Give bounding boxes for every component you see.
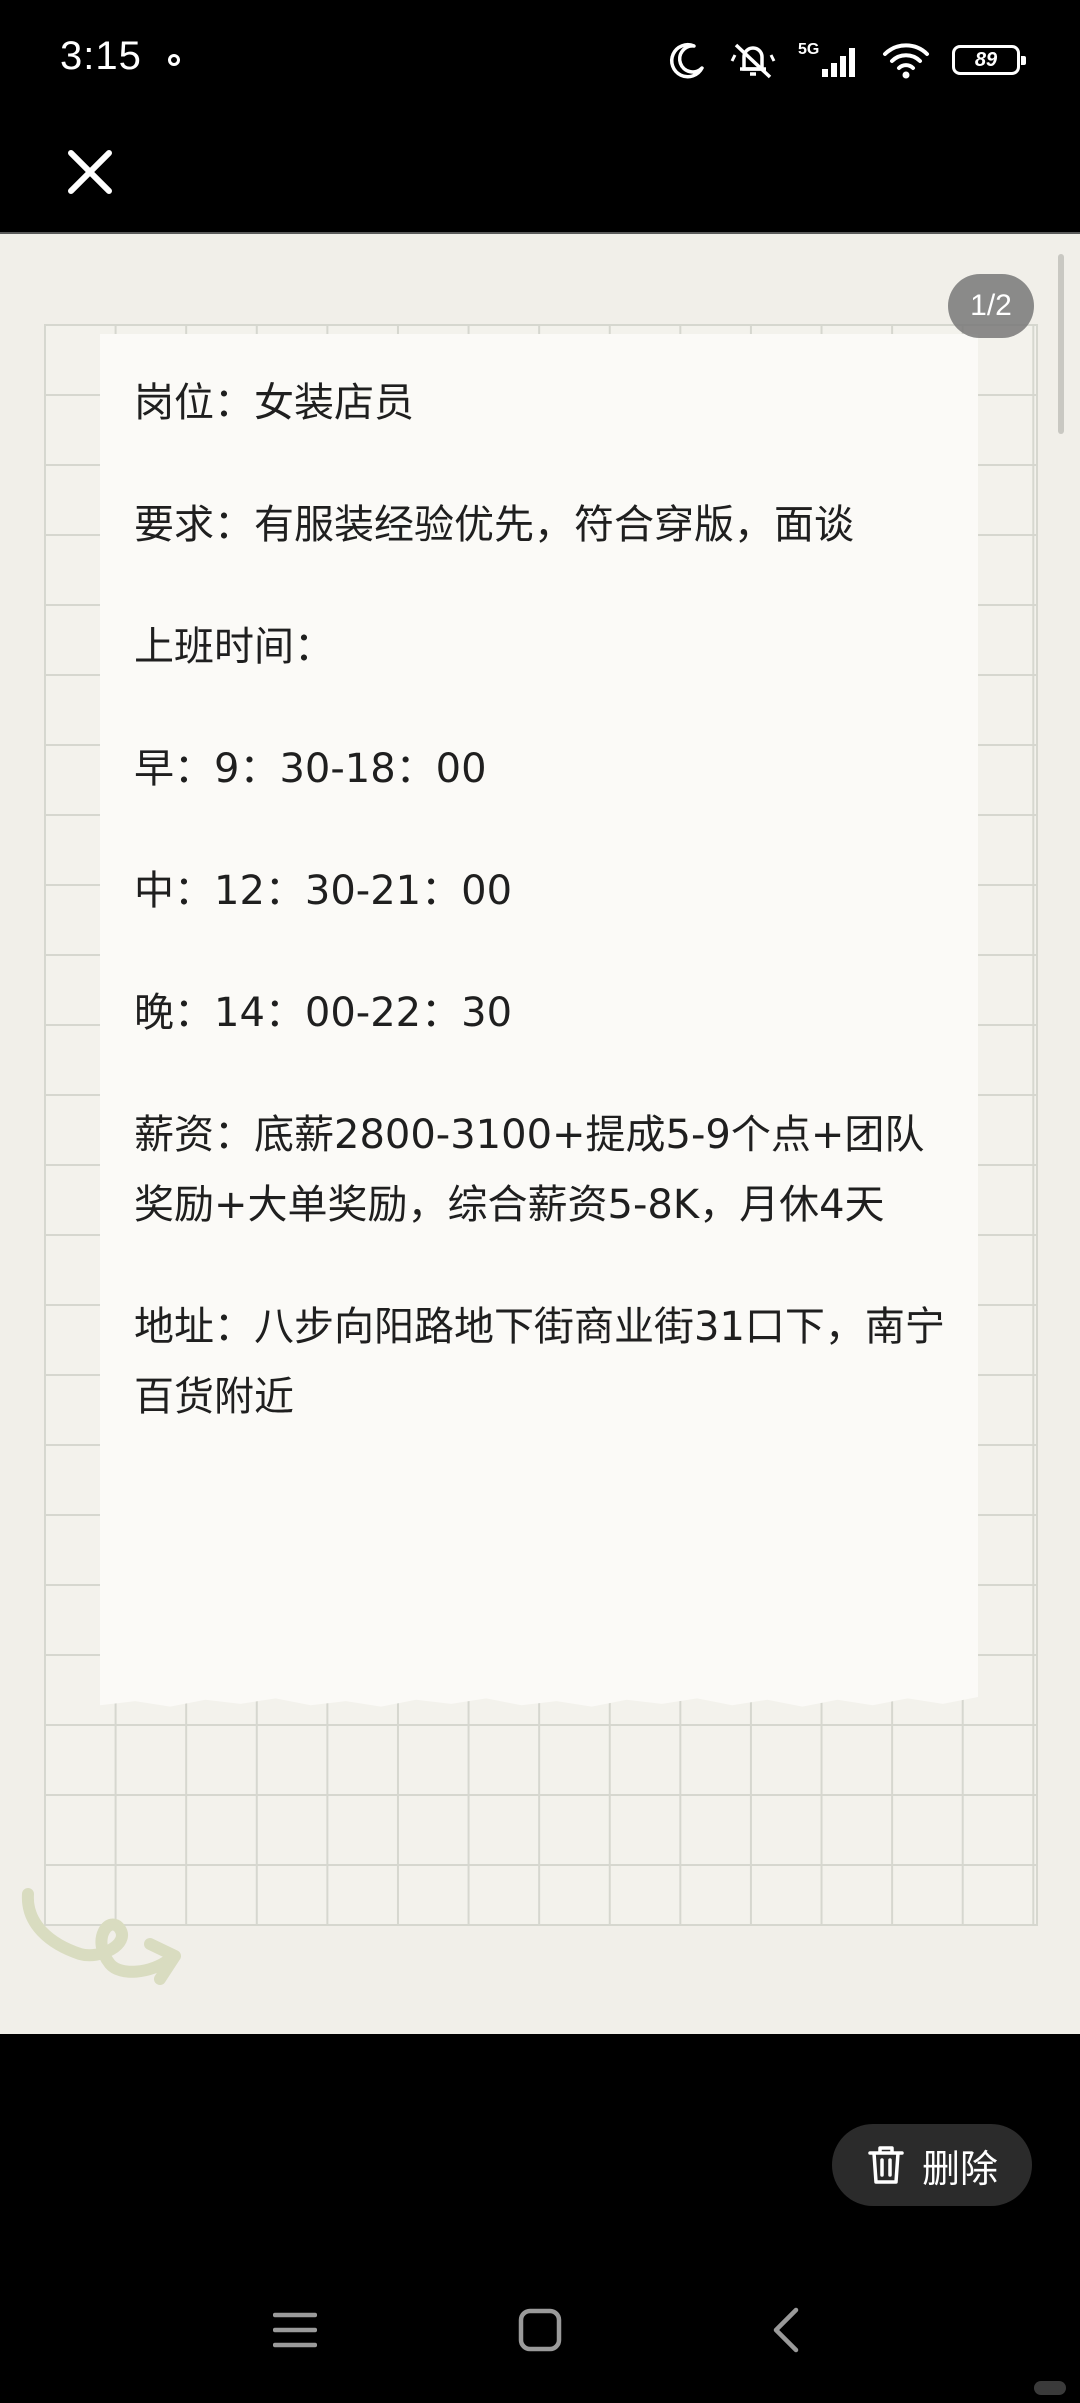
notification-dot-icon	[168, 54, 180, 66]
note-text: 岗位：女装店员 要求：有服装经验优先，符合穿版，面谈 上班时间： 早：9：30-…	[134, 368, 954, 1484]
note-line-middle-shift: 中：12：30-21：00	[134, 868, 513, 914]
doodle-arrow-icon	[21, 1888, 181, 1985]
status-icons: 5G 89	[668, 36, 1026, 84]
muted-bell-icon	[730, 43, 776, 79]
back-button[interactable]	[756, 2300, 816, 2360]
status-time: 3:15	[60, 34, 142, 78]
back-icon	[773, 2307, 799, 2353]
note-line-evening-shift: 晚：14：00-22：30	[134, 990, 513, 1036]
delete-label: 删除	[921, 2146, 998, 2191]
note-card: 岗位：女装店员 要求：有服装经验优先，符合穿版，面谈 上班时间： 早：9：30-…	[100, 334, 978, 1707]
navigation-bar	[0, 2290, 1080, 2370]
cellular-signal-icon: 5G	[798, 41, 855, 77]
status-bar: 3:15 5G 89	[0, 0, 1080, 120]
home-icon	[518, 2308, 562, 2352]
note-line-requirement: 要求：有服装经验优先，符合穿版，面谈	[134, 502, 854, 548]
wifi-icon	[883, 43, 929, 79]
screen: 3:15 5G 89 岗位：女装店员 要求：有服装经验优先，符合穿版，面谈 上班…	[0, 0, 1080, 2403]
do-not-disturb-icon	[670, 42, 704, 79]
menu-icon	[273, 2312, 317, 2348]
image-viewer[interactable]: 岗位：女装店员 要求：有服装经验优先，符合穿版，面谈 上班时间： 早：9：30-…	[0, 234, 1080, 2034]
home-button[interactable]	[510, 2300, 570, 2360]
close-button[interactable]	[58, 140, 122, 204]
battery-icon: 89	[952, 45, 1026, 75]
battery-level: 89	[974, 48, 998, 71]
note-line-salary: 薪资：底薪2800-3100+提成5-9个点+团队奖励+大单奖励，综合薪资5-8…	[134, 1112, 925, 1228]
recent-apps-button[interactable]	[265, 2300, 325, 2360]
trash-icon	[868, 2146, 904, 2184]
network-type-label: 5G	[798, 41, 819, 58]
watermark-logo	[1034, 2381, 1066, 2395]
scrollbar[interactable]	[1058, 254, 1064, 434]
note-line-position: 岗位：女装店员	[134, 380, 414, 426]
note-line-morning-shift: 早：9：30-18：00	[134, 746, 487, 792]
delete-button[interactable]: 删除	[832, 2124, 1032, 2206]
close-icon	[68, 150, 112, 194]
note-line-address: 地址：八步向阳路地下街商业街31口下，南宁百货附近	[134, 1304, 945, 1420]
page-indicator: 1/2	[948, 274, 1034, 338]
note-line-hours-heading: 上班时间：	[134, 624, 334, 670]
